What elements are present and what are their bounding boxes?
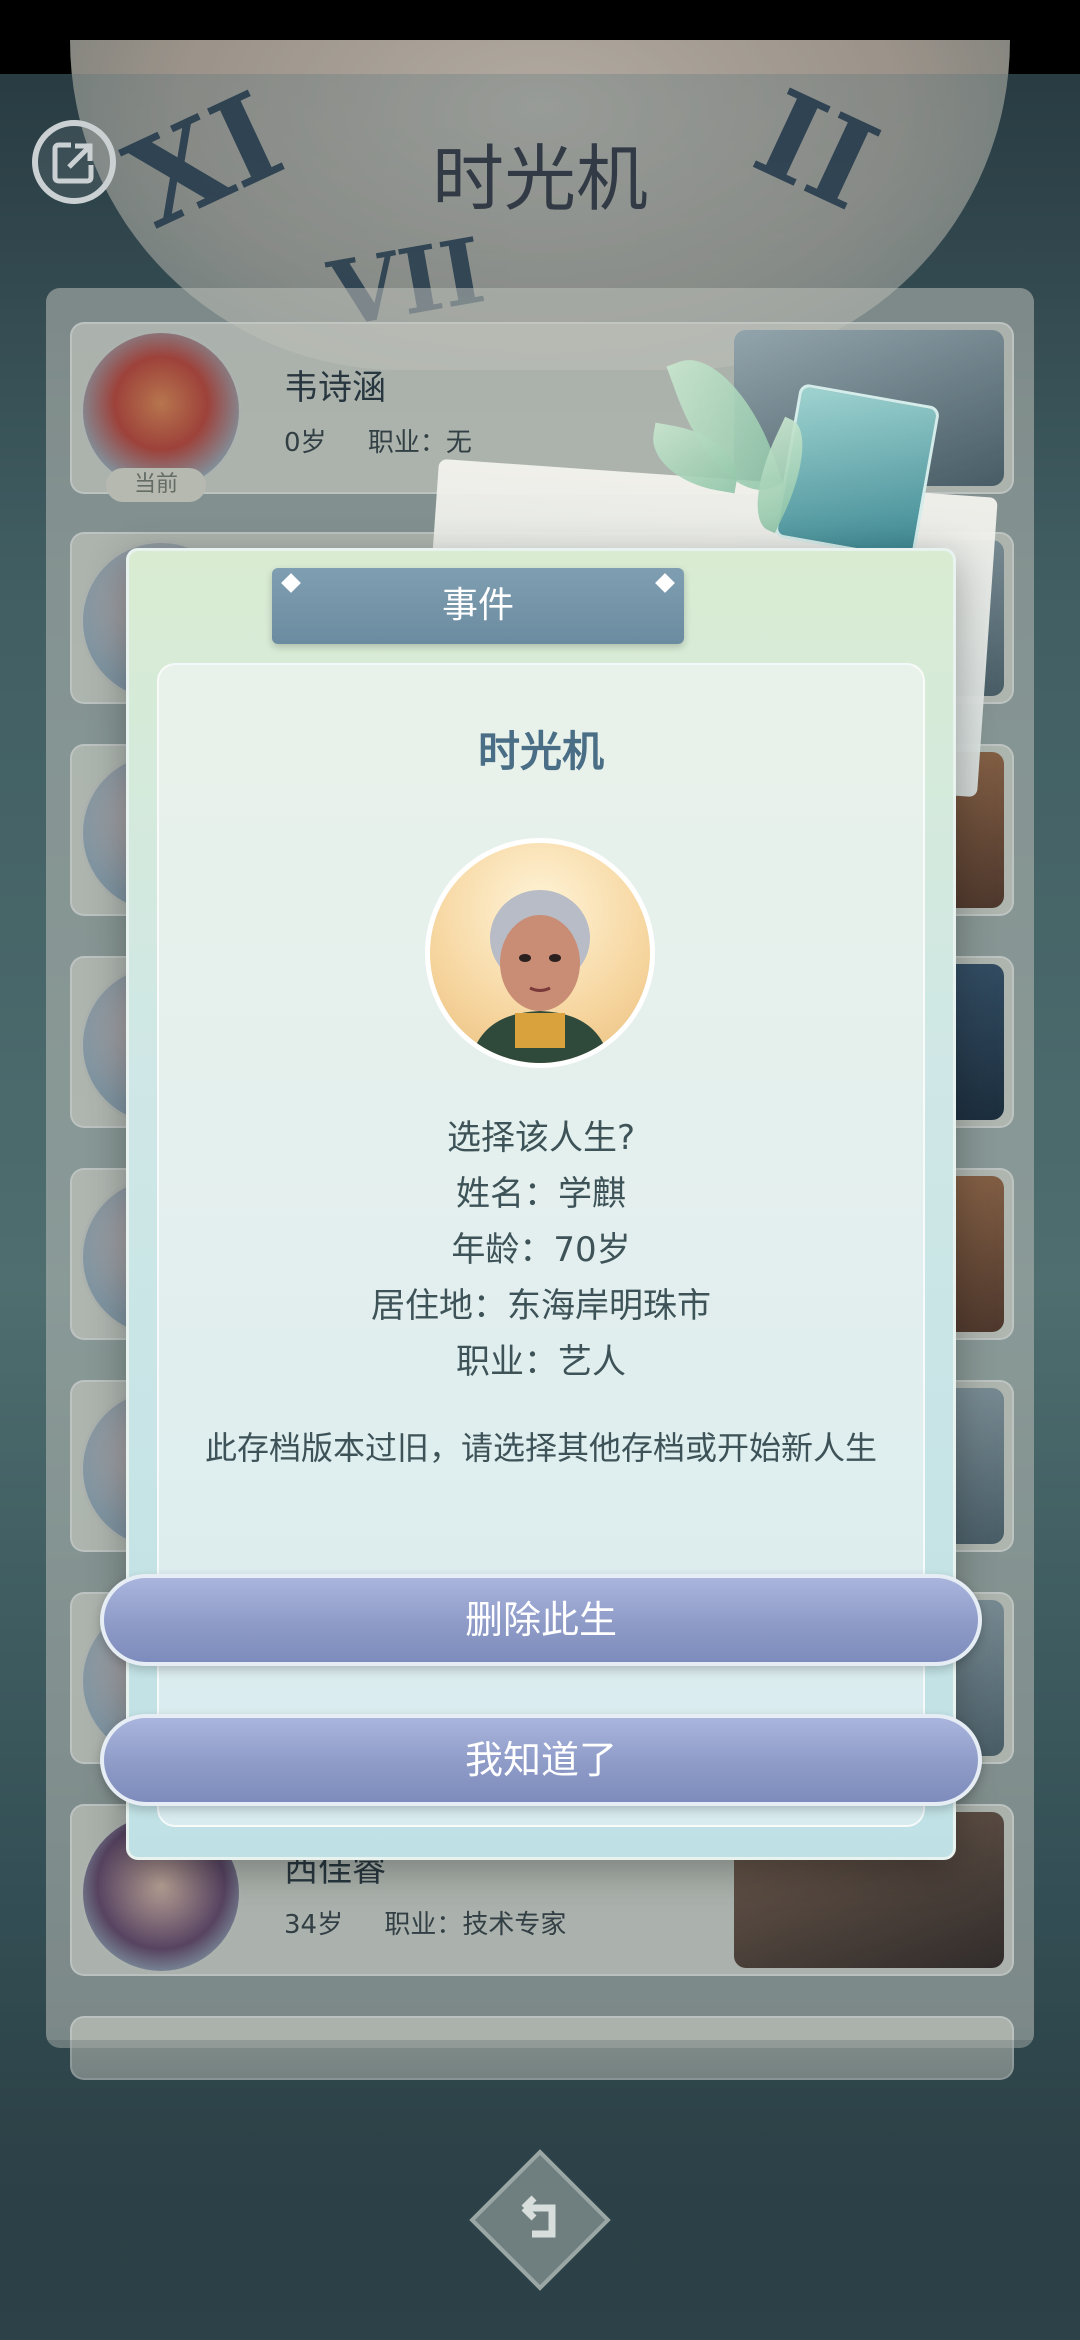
detail-age: 年龄：70岁 [451, 1230, 631, 1270]
back-button-icon-wrap[interactable] [490, 2170, 590, 2270]
character-portrait [425, 838, 655, 1068]
dialog-tab-text: 事件 [441, 585, 514, 626]
ok-button[interactable]: 我知道了 [100, 1714, 982, 1806]
dialog-tab-label: 事件 [272, 568, 684, 644]
detail-job: 职业：艺人 [456, 1342, 626, 1382]
diamond-icon [281, 573, 301, 593]
dialog-title: 时光机 [477, 727, 604, 776]
dialog-note: 此存档版本过旧，请选择其他存档或开始新人生 [204, 1429, 877, 1467]
diamond-icon [655, 573, 675, 593]
dialog-question: 选择该人生? [446, 1118, 636, 1158]
detail-name: 姓名：学麒 [456, 1174, 626, 1214]
detail-residence: 居住地：东海岸明珠市 [371, 1286, 711, 1326]
delete-save-button[interactable]: 删除此生 [100, 1574, 982, 1666]
elderly-character-avatar [470, 890, 610, 1063]
back-arrow-icon [521, 2195, 556, 2238]
